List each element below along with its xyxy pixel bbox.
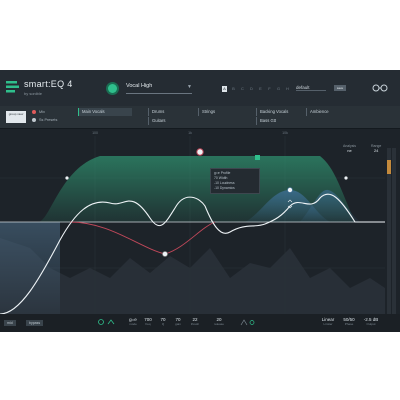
mix-dot-icon (32, 110, 36, 114)
output-meter-r (392, 148, 396, 314)
param-label: mode (129, 322, 137, 326)
band-node-high[interactable] (344, 176, 348, 180)
band-node-low[interactable] (65, 176, 69, 180)
band-node-1[interactable] (196, 148, 204, 156)
param-label: Output (366, 322, 376, 326)
menu-item: Width (218, 176, 228, 180)
freq-label-1k: 1k (188, 131, 192, 135)
legend-presets-label: Ss Presets (39, 118, 58, 122)
analysis-value: ne (347, 148, 352, 153)
snapshot-selector: A B C D E F G H (222, 86, 290, 92)
menu-row[interactable]: -10 Dynamics (214, 186, 256, 191)
freq-label-100: 100 (92, 131, 98, 135)
track-label: Strings (202, 109, 216, 114)
menu-item: Dynamics (219, 186, 235, 190)
param-label: gain (175, 322, 181, 326)
preset-dropdown[interactable]: Vocal High ▼ (126, 83, 192, 94)
param-label: release (214, 322, 224, 326)
band-menu-handle-icon[interactable] (255, 155, 260, 160)
band-shape-icons[interactable] (240, 319, 256, 326)
legend-mix-label: Mix (39, 110, 45, 114)
param-label: thresh (190, 322, 200, 326)
band-toggle-icons[interactable] (98, 318, 118, 326)
track-label: Bass Gtt (260, 118, 277, 123)
menu-value: 70 (214, 176, 218, 180)
param-q[interactable]: 70 Q (156, 317, 170, 326)
track-label: Ambience (310, 109, 329, 114)
analysis-readout[interactable]: Analysis ne (343, 144, 356, 153)
snapshot-e[interactable]: E (258, 86, 263, 92)
menu-item: Profile (220, 171, 231, 175)
header-bar: smart:EQ 4 by sonible Vocal High ▼ A B C… (0, 70, 400, 107)
snapshot-a[interactable]: A (222, 86, 227, 92)
default-dropdown[interactable]: default (296, 85, 326, 91)
bypass-button[interactable]: bypass (26, 320, 44, 326)
band-node-2[interactable] (162, 251, 168, 257)
freq-label-10k: 10k (282, 131, 288, 135)
group-view-button[interactable]: group view (6, 111, 26, 123)
meter-peak (387, 160, 391, 174)
logo-icon (6, 81, 19, 93)
menu-item: Loudness (219, 181, 235, 185)
track-drums[interactable]: Drums (148, 108, 196, 116)
low-band-area (0, 222, 60, 314)
track-guitars[interactable]: Guitars (148, 117, 196, 125)
presets-dot-icon (32, 118, 36, 122)
track-label: Guitars (152, 118, 166, 123)
red-curve (69, 221, 216, 255)
param-attack[interactable]: 20 release (210, 317, 228, 326)
param-mode[interactable]: g=e mode (126, 317, 140, 326)
plugin-window: smart:EQ 4 by sonible Vocal High ▼ A B C… (0, 70, 400, 332)
glasses-icon[interactable] (372, 83, 388, 92)
snapshot-c[interactable]: C (240, 86, 245, 92)
group-bar: group view Mix Ss Presets Main Vocals Dr… (0, 106, 400, 129)
menu-value: -10 (214, 186, 219, 190)
snapshot-h[interactable]: H (285, 86, 290, 92)
track-ambience[interactable]: Ambience (306, 108, 354, 116)
param-freq[interactable]: 700 freq (141, 317, 155, 326)
eq-display[interactable]: 100 1k 10k (0, 128, 400, 332)
range-value: 24 (373, 148, 379, 153)
band-context-menu: g=e Profile 70 Width -10 Loudness -10 Dy… (210, 168, 260, 194)
legend-presets: Ss Presets (32, 118, 57, 122)
track-bass-gtt[interactable]: Bass Gtt (256, 117, 304, 125)
track-label: Main Vocals (82, 109, 105, 114)
band-node-3[interactable] (287, 187, 293, 193)
output-readout[interactable]: -2.5 dB Output (360, 317, 382, 326)
snapshot-f[interactable]: F (267, 86, 272, 92)
phase-readout[interactable]: 50/50 Phase (340, 317, 358, 326)
track-main-vocals[interactable]: Main Vocals (78, 108, 132, 116)
snapshot-d[interactable]: D (249, 86, 254, 92)
track-backing-vocals[interactable]: Backing Vocals (256, 108, 304, 116)
footer-bar: mid bypass g=e mode 700 freq 70 Q 70 gai… (0, 314, 400, 332)
snapshot-g[interactable]: G (276, 86, 281, 92)
snapshot-b[interactable]: B (231, 86, 236, 92)
param-label: Q (161, 322, 165, 326)
save-button[interactable]: save (334, 85, 346, 91)
track-label: Drums (152, 109, 165, 114)
limiter-readout[interactable]: Linear Limiter (318, 317, 338, 326)
menu-value: -10 (214, 181, 219, 185)
menu-value: g=e (214, 171, 220, 175)
param-label: Limiter (323, 322, 333, 326)
param-thresh[interactable]: 22 thresh (187, 317, 203, 326)
param-label: Phase (344, 322, 354, 326)
preset-name: Vocal High (126, 83, 153, 89)
power-button[interactable] (108, 84, 117, 93)
range-readout[interactable]: Range 24 (371, 144, 381, 153)
param-gain[interactable]: 70 gain (171, 317, 185, 326)
legend-mix: Mix (32, 110, 45, 114)
app-subtitle: by sonible (24, 91, 43, 96)
chevron-down-icon: ▼ (187, 84, 192, 90)
param-label: freq (145, 322, 151, 326)
track-label: Backing Vocals (260, 109, 289, 114)
mid-button[interactable]: mid (4, 320, 16, 326)
track-strings[interactable]: Strings (198, 108, 246, 116)
app-title: smart:EQ 4 (24, 79, 73, 89)
